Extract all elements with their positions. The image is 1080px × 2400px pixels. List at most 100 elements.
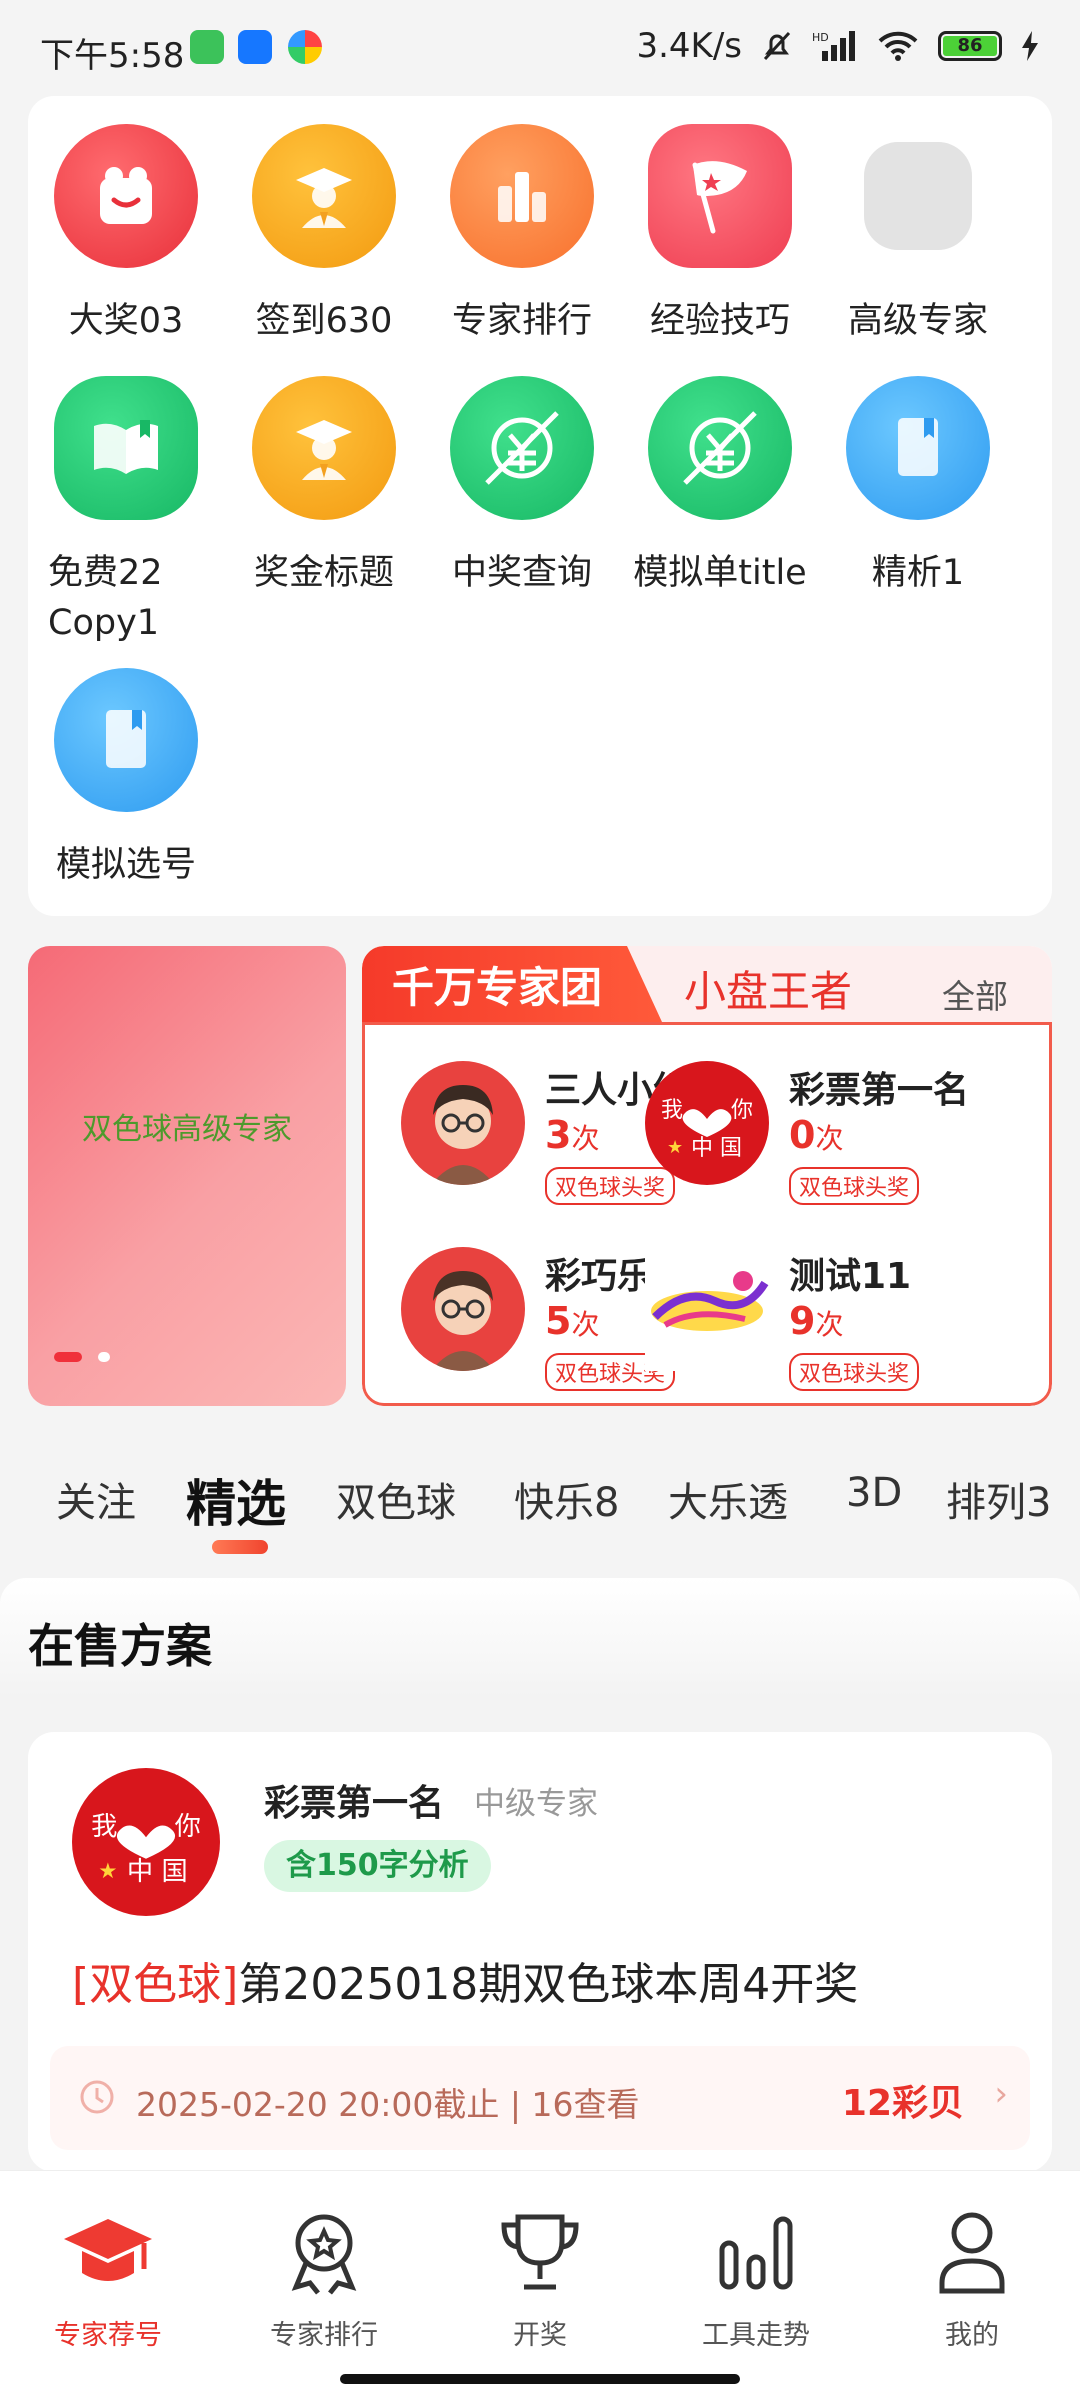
expert-tag: 双色球头奖 (789, 1353, 920, 1391)
wechat-app-icon (190, 30, 224, 64)
network-speed: 3.4K/s (636, 26, 742, 66)
expert-item[interactable]: 测试11 9次 双色球头奖 (645, 1247, 1005, 1397)
tab-featured[interactable]: 精选 (186, 1464, 286, 1536)
battery-icon: 86 (938, 31, 1002, 61)
status-bar: 下午5:58 3.4K/s HD 86 (0, 0, 1080, 92)
svg-text:中 国: 中 国 (691, 1136, 742, 1161)
nav-label: 工具走势 (702, 2320, 810, 2351)
grid-item-1[interactable]: 签到630 (226, 124, 422, 346)
lottery-tabs: 关注 精选 双色球 快乐8 大乐透 3D 排列3 (0, 1440, 1080, 1560)
expert-count: 0次 (789, 1113, 843, 1157)
grid-item-0[interactable]: 大奖03 (28, 124, 224, 346)
expert-count: 9次 (789, 1299, 843, 1343)
cartoon-man-avatar (401, 1061, 525, 1185)
expert-count: 5次 (545, 1299, 599, 1343)
grid-item-label: 中奖查询 (451, 553, 592, 593)
grid-item-4[interactable]: 高级专家 (820, 124, 1016, 346)
trend-bars-icon (719, 2216, 793, 2290)
promo-banner[interactable]: 双色球高级专家 (28, 946, 346, 1406)
expert-count-value: 9 (789, 1299, 816, 1343)
expert-name: 测试11 (789, 1256, 912, 1297)
svg-text:你: 你 (175, 1812, 201, 1842)
expert-count-unit: 次 (571, 1122, 600, 1155)
nav-label: 专家荐号 (54, 2320, 162, 2351)
nav-tools-trend[interactable]: 工具走势 (656, 2207, 856, 2352)
expert-count-unit: 次 (815, 1308, 844, 1341)
gift-icon (54, 124, 198, 268)
active-tab-indicator (212, 1540, 268, 1554)
tab-super-lotto[interactable]: 大乐透 (668, 1470, 788, 1528)
grid-item-7[interactable]: 中奖查询 (424, 376, 620, 598)
tab-follow[interactable]: 关注 (56, 1470, 136, 1528)
carousel-dot-active (54, 1352, 82, 1362)
nav-label: 专家排行 (270, 2320, 378, 2351)
bar-chart-icon (450, 124, 594, 268)
nav-label: 开奖 (513, 2320, 567, 2351)
graduate-icon (252, 376, 396, 520)
grid-item-5[interactable]: 免费22 Copy1 (28, 376, 224, 648)
nav-expert-picks[interactable]: 专家荐号 (8, 2207, 208, 2352)
flag-icon (648, 124, 792, 268)
plan-title-text: 第2025018期双色球本周4开奖 (238, 1959, 859, 2010)
logo-avatar (645, 1247, 769, 1371)
nav-expert-ranking[interactable]: 专家排行 (224, 2207, 424, 2352)
expert-count-unit: 次 (815, 1122, 844, 1155)
expert-count-value: 3 (545, 1113, 572, 1157)
graduation-cap-icon (64, 2219, 152, 2281)
tab-double-color[interactable]: 双色球 (336, 1470, 456, 1528)
plan-author-level: 中级专家 (474, 1786, 598, 1822)
currency-slash-icon (648, 376, 792, 520)
grid-item-8[interactable]: 模拟单title (622, 376, 818, 598)
expert-tag: 双色球头奖 (789, 1167, 920, 1205)
grid-item-label: 专家排行 (451, 301, 592, 341)
currency-slash-icon (450, 376, 594, 520)
plan-card[interactable]: 我 你中 国 ★ 彩票第一名 中级专家 含150字分析 [双色球]第2025018期… (28, 1732, 1052, 2172)
grid-item-label: 模拟选号 (55, 845, 196, 885)
svg-text:我: 我 (91, 1812, 117, 1842)
grid-item-label: 高级专家 (847, 301, 988, 341)
grid-item-2[interactable]: 专家排行 (424, 124, 620, 346)
expert-tabs: 千万专家团 小盘王者 全部 (362, 946, 1052, 1022)
expert-item[interactable]: 我 你中 国 ★ 彩票第一名 0次 双色球头奖 (645, 1061, 1005, 1211)
svg-text:你: 你 (731, 1098, 753, 1123)
home-indicator[interactable] (340, 2374, 740, 2384)
book-icon (54, 668, 198, 812)
battery-level: 86 (943, 36, 997, 56)
grid-item-label: 免费22 Copy1 (48, 553, 163, 643)
grid-item-9[interactable]: 精析1 (820, 376, 1016, 598)
user-icon (939, 2212, 1005, 2294)
view-all-link[interactable]: 全部 (942, 970, 1008, 1018)
nav-draw[interactable]: 开奖 (440, 2207, 640, 2352)
nav-mine[interactable]: 我的 (872, 2207, 1072, 2352)
grid-item-10[interactable]: 模拟选号 (28, 668, 224, 890)
status-time: 下午5:58 (40, 36, 185, 76)
expert-list: 三人小组 3次 双色球头奖 我你中 国 ★ 彩票第一名 0次 双色球头奖 彩巧乐 … (362, 1022, 1052, 1406)
tab-expert-team[interactable]: 千万专家团 (362, 946, 662, 1022)
plan-title: [双色球]第2025018期双色球本周4开奖 (72, 1948, 858, 2012)
expert-name: 彩票第一名 (789, 1070, 970, 1111)
tab-happy8[interactable]: 快乐8 (514, 1470, 619, 1528)
grid-item-label: 模拟单title (633, 553, 807, 593)
svg-text:★: ★ (667, 1137, 683, 1158)
tab-small-king[interactable]: 小盘王者 (684, 958, 852, 1019)
svg-text:中 国: 中 国 (127, 1857, 188, 1887)
shortcut-grid: 大奖03 签到630 专家排行 经验技巧 高级专家 免费22 Copy1 奖金标… (28, 96, 1052, 916)
grid-item-6[interactable]: 奖金标题 (226, 376, 422, 598)
chevron-right-icon: › (994, 2074, 1008, 2114)
svg-text:HD: HD (812, 31, 829, 44)
alipay-app-icon (238, 30, 272, 64)
section-title: 在售方案 (28, 1619, 212, 1673)
tab-pl3[interactable]: 排列3 (946, 1470, 1051, 1528)
love-china-avatar: 我 你中 国 ★ (645, 1061, 769, 1185)
book-icon (846, 376, 990, 520)
grid-item-3[interactable]: 经验技巧 (622, 124, 818, 346)
plan-author[interactable]: 彩票第一名 (264, 1774, 444, 1826)
plan-footer[interactable]: 2025-02-20 20:00截止 | 16查看 12彩贝 › (50, 2046, 1030, 2150)
status-right: 3.4K/s HD 86 (636, 26, 1040, 66)
trophy-icon (501, 2214, 579, 2290)
analysis-badge: 含150字分析 (264, 1840, 491, 1892)
grid-item-label: 奖金标题 (253, 553, 394, 593)
tab-3d[interactable]: 3D (846, 1470, 902, 1516)
graduate-icon (252, 124, 396, 268)
expert-count-value: 5 (545, 1299, 572, 1343)
